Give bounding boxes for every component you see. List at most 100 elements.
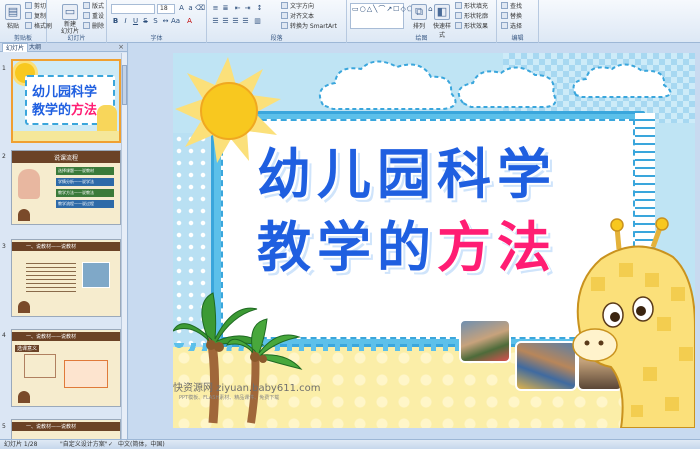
reset-icon [83,12,90,19]
cloud-decoration [572,63,672,98]
align-center-icon[interactable]: ☰ [221,17,230,26]
text-direction-button[interactable]: 文字方向 [281,2,314,11]
thumb-title: 说课流程 [53,155,78,162]
paragraph-group-label: 段落 [270,35,283,42]
slides-panel: 幻灯片 大纲 × 1 幼儿园科学 教学的方法 2 说课流程 选择课题——说教材 … [0,43,128,441]
outline-icon [455,12,462,19]
font-size-combo[interactable]: 18 [157,4,175,14]
scrollbar-thumb[interactable] [122,65,127,105]
fill-icon [455,2,462,9]
underline-icon[interactable]: U [131,17,140,26]
grow-font-icon[interactable]: A [177,4,186,13]
reset-button[interactable]: 重设 [83,12,104,21]
font-color-icon[interactable]: A [185,17,194,26]
paragraph-group: ≡ ≣ ⇤ ⇥ ↕ ☰ ☰ ☰ ☰ ▥ 文字方向 对齐文本 转换为 SmartA… [207,0,347,43]
language-indicator[interactable]: 中文(简体，中国) [118,440,165,449]
slide-thumbnail-1[interactable]: 幼儿园科学 教学的方法 [11,59,121,143]
bold-icon[interactable]: B [111,17,120,26]
panel-scrollbar[interactable] [121,53,127,439]
scissors-icon [25,2,32,9]
thumb-title-line1: 幼儿园科学 [32,85,98,100]
slide-editor-canvas: 幼儿园科学 教学的方法 快资源网 ziyuan.baby611.com PPT模… [129,43,700,439]
slides-group: ▭ 新建 幻灯片 版式 重设 删除 幻灯片 [47,0,107,43]
slide-thumbnail-3[interactable]: 一、说教材——说教材 [11,239,121,317]
slide-number: 5 [2,423,6,430]
new-slide-button[interactable]: ▭ 新建 幻灯片 [57,4,83,35]
strikethrough-icon[interactable]: S [141,17,150,26]
find-icon [501,2,508,9]
thumb-item: 选择课题——说教材 [56,167,114,175]
shape-fill-button[interactable]: 形状填充 [455,2,488,11]
font-group: 18 A a ⌫ B I U S S ↔ Aa A 字体 [107,0,207,43]
thumb-item: 学情分析——说学法 [56,178,114,186]
numbering-icon[interactable]: ≣ [221,4,230,13]
thumb-item: 教学方法——说教法 [56,189,114,197]
paste-button[interactable]: ▤ 粘贴 [2,4,24,30]
columns-icon[interactable]: ▥ [253,17,262,26]
replace-button[interactable]: 替换 [501,12,522,21]
line-spacing-icon[interactable]: ↕ [255,4,264,13]
tab-slides[interactable]: 幻灯片 [2,43,29,52]
thumb-sub-label: 选课意义 [15,345,40,352]
increase-indent-icon[interactable]: ⇥ [243,4,252,13]
shrink-font-icon[interactable]: a [186,4,195,13]
drawing-group-label: 绘图 [415,35,428,42]
shadow-icon[interactable]: S [151,17,160,26]
slide-title-accent: 方法 [437,216,557,279]
delete-icon [83,22,90,29]
close-icon[interactable]: × [118,43,124,52]
bullets-icon[interactable]: ≡ [211,4,220,13]
status-bar: 幻灯片 1/28 "自定义设计方案" ✓ 中文(简体，中国) [0,439,700,449]
spellcheck-icon[interactable]: ✓ [108,440,113,449]
spacing-icon[interactable]: ↔ [161,17,170,26]
align-right-icon[interactable]: ☰ [231,17,240,26]
shape-outline-button[interactable]: 形状轮廓 [455,12,488,21]
slide-thumbnail-2[interactable]: 说课流程 选择课题——说教材 学情分析——说学法 教学方法——说教法 教学流程—… [11,150,121,225]
slide-thumbnail-5[interactable]: 一、说教材——说教材 [11,419,121,441]
editing-group: 查找 替换 选择 编辑 [497,0,539,43]
align-text-button[interactable]: 对齐文本 [281,12,314,21]
thumb-header: 一、说教材——说教材 [26,334,77,340]
align-left-icon[interactable]: ☰ [211,17,220,26]
watermark-subtext: PPT模板、FLASH素材、精品课件、免费下载 [179,395,280,401]
quick-styles-icon: ◧ [434,4,450,20]
arrange-button[interactable]: ⧉ 排列 [409,4,429,30]
font-name-combo[interactable] [111,4,155,14]
thumb-header: 一、说教材——说教材 [26,244,77,250]
slide-thumbnail-4[interactable]: 一、说教材——说教材 选课意义 [11,329,121,407]
thumb-text-block [26,260,76,294]
copy-button[interactable]: 复制 [25,12,46,21]
shape-effects-button[interactable]: 形状效果 [455,22,488,31]
drawing-group: ▭○△╲⌒↗☐◇⬠⇨☆⌂ ⧉ 排列 ◧ 快速样式 形状填充 形状轮廓 形状效果 … [347,0,497,43]
slides-group-label: 幻灯片 [67,35,86,42]
thumb-item: 教学流程——说过程 [56,200,114,208]
italic-icon[interactable]: I [121,17,130,26]
effects-icon [455,22,462,29]
change-case-icon[interactable]: Aa [171,17,180,26]
slide-number: 2 [2,153,6,160]
theme-name: "自定义设计方案" [60,441,108,448]
new-slide-icon: ▭ [62,4,78,20]
shapes-gallery[interactable]: ▭○△╲⌒↗☐◇⬠⇨☆⌂ [350,3,433,29]
find-button[interactable]: 查找 [501,2,522,11]
justify-icon[interactable]: ☰ [241,17,250,26]
slide-title-line1[interactable]: 幼儿园科学 [257,145,557,205]
smartart-icon [281,22,288,29]
select-button[interactable]: 选择 [501,22,522,31]
decrease-indent-icon[interactable]: ⇤ [233,4,242,13]
thumb-photo [82,262,110,288]
cloud-decoration [319,60,557,110]
slide-counter: 幻灯片 1/28 [4,441,38,448]
cut-button[interactable]: 剪切 [25,2,46,11]
classroom-photo[interactable] [459,319,511,363]
watermark-text: 快资源网 ziyuan.baby611.com [173,383,321,394]
smartart-button[interactable]: 转换为 SmartArt [281,22,337,31]
delete-button[interactable]: 删除 [83,22,104,31]
clear-format-icon[interactable]: ⌫ [195,4,205,13]
slide-number: 4 [2,332,6,339]
tab-outline[interactable]: 大纲 [26,43,44,52]
current-slide[interactable]: 幼儿园科学 教学的方法 快资源网 ziyuan.baby611.com PPT模… [173,53,695,428]
ribbon: ▤ 粘贴 剪切 复制 格式刷 剪贴板 ▭ 新建 幻灯片 版式 重设 删除 幻灯片… [0,0,700,43]
thumb-tree [18,209,30,221]
layout-button[interactable]: 版式 [83,2,104,11]
